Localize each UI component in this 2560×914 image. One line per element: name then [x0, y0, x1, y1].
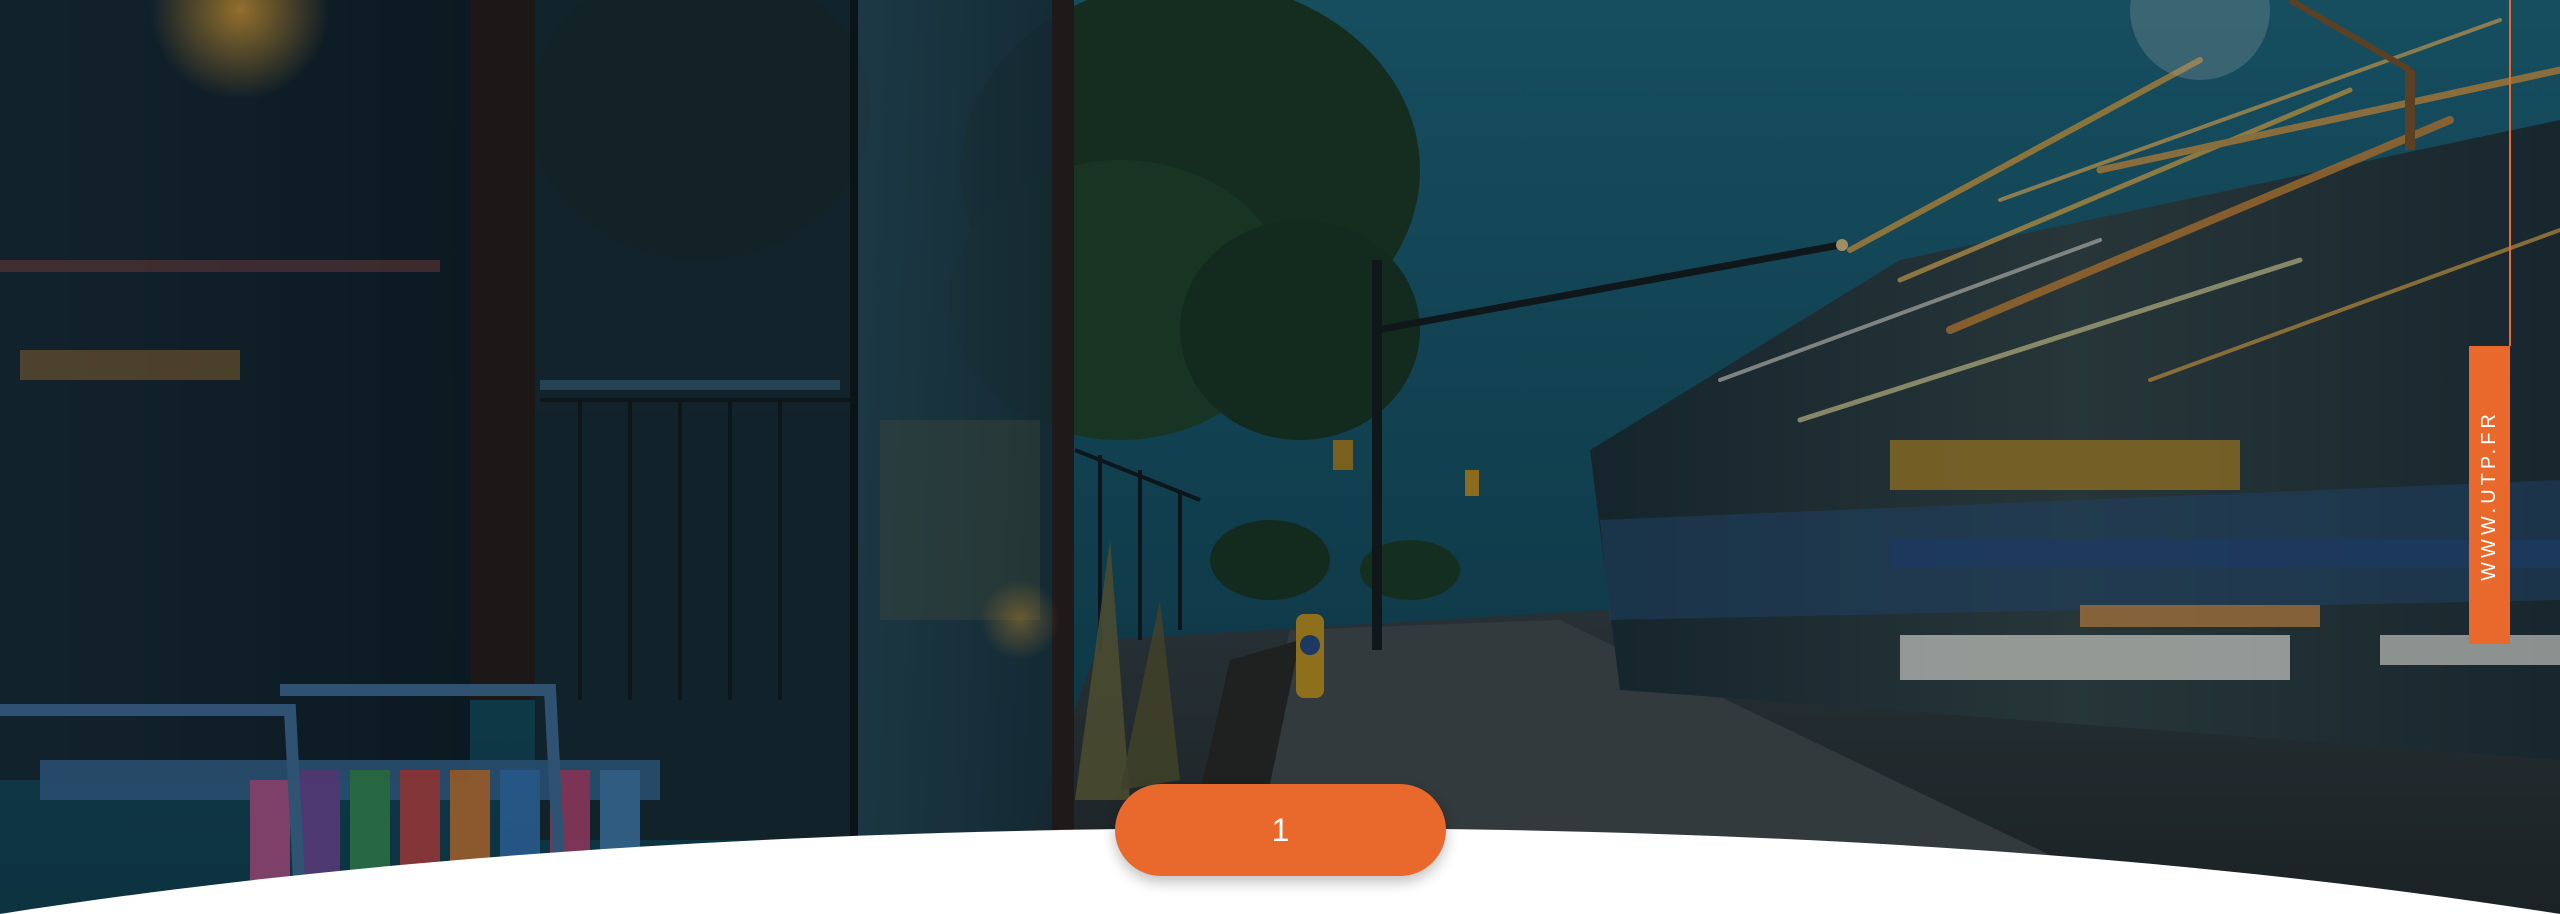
slide: WWW.UTP.FR 1 [0, 0, 2560, 914]
page-number: 1 [1271, 811, 1290, 848]
sidebar-accent-line [2509, 0, 2511, 346]
website-label: WWW.UTP.FR [2478, 409, 2501, 581]
street-scene-photo [0, 0, 2560, 914]
website-tab[interactable]: WWW.UTP.FR [2469, 346, 2510, 644]
page-number-badge: 1 [1115, 784, 1446, 876]
